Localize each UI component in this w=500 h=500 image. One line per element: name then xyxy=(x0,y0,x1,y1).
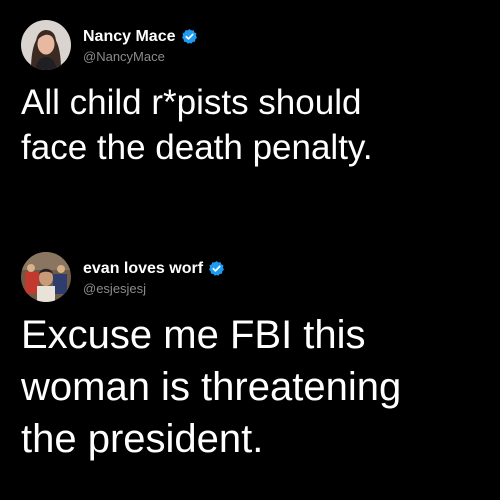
avatar[interactable] xyxy=(21,252,71,302)
author-names: Nancy Mace @NancyMace xyxy=(83,27,198,64)
avatar-photo xyxy=(21,20,71,70)
tweet-header: evan loves worf @esjesjesj xyxy=(21,250,225,304)
verified-badge-icon xyxy=(181,28,198,45)
author-names: evan loves worf @esjesjesj xyxy=(83,259,225,296)
display-name[interactable]: evan loves worf xyxy=(83,260,203,278)
tweet-text: All child r*pists should face the death … xyxy=(21,83,373,167)
tweet-header: Nancy Mace @NancyMace xyxy=(21,18,198,72)
handle[interactable]: @esjesjesj xyxy=(83,281,225,296)
display-name[interactable]: Nancy Mace xyxy=(83,28,176,46)
display-name-row: evan loves worf xyxy=(83,259,225,279)
tweet-text: Excuse me FBI this woman is threatening … xyxy=(21,313,402,461)
display-name-row: Nancy Mace xyxy=(83,27,198,47)
avatar-photo xyxy=(21,252,71,302)
handle[interactable]: @NancyMace xyxy=(83,49,198,64)
avatar[interactable] xyxy=(21,20,71,70)
verified-badge-icon xyxy=(208,260,225,277)
